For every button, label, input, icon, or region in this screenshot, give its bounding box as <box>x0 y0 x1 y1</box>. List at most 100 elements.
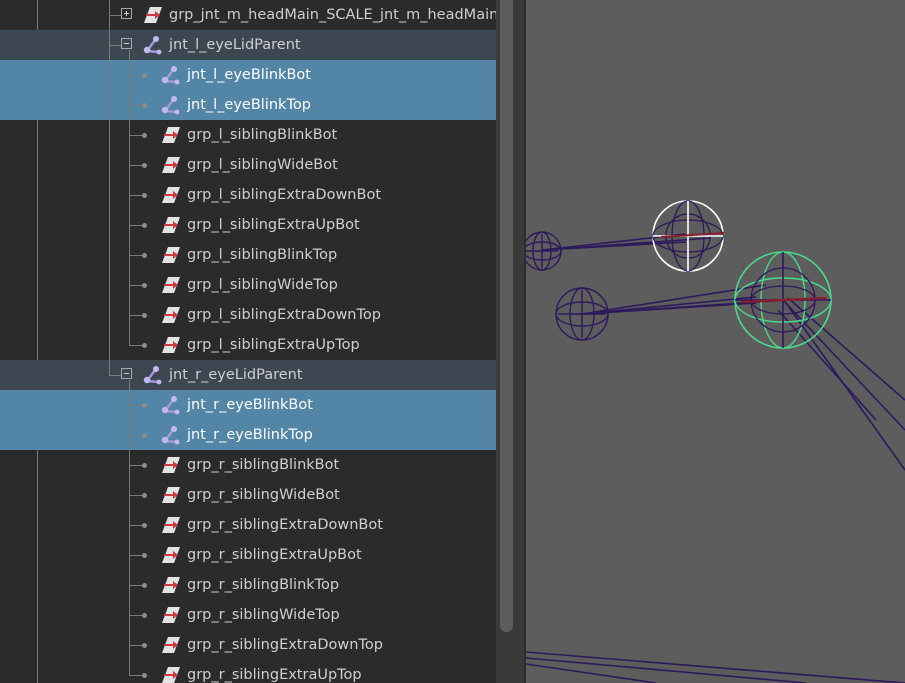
tree-connector <box>129 615 143 616</box>
tree-connector <box>129 405 143 406</box>
tree-leaf-dot <box>142 553 147 558</box>
tree-leaf-dot <box>142 493 147 498</box>
transform-group-icon <box>161 515 181 535</box>
tree-connector <box>129 195 143 196</box>
outliner-row-label: jnt_r_eyeBlinkBot <box>187 397 313 413</box>
viewport-3d[interactable] <box>526 0 905 683</box>
viewport-scene[interactable] <box>526 0 905 683</box>
tree-connector <box>129 645 143 646</box>
outliner-row-grp-r-siblingextraupbot[interactable]: grp_r_siblingExtraUpBot <box>0 540 496 570</box>
outliner-row-label: grp_l_siblingWideBot <box>187 157 338 173</box>
outliner-row-label: grp_r_siblingBlinkBot <box>187 457 340 473</box>
outliner-row-grp-l-siblingextradownbot[interactable]: grp_l_siblingExtraDownBot <box>0 180 496 210</box>
tree-connector <box>129 285 143 286</box>
outliner-row-jnt-r-eyelidparent[interactable]: jnt_r_eyeLidParent <box>0 360 496 390</box>
tree-leaf-dot <box>142 223 147 228</box>
tree-connector <box>109 45 121 46</box>
outliner-row-label: jnt_l_eyeBlinkTop <box>187 97 311 113</box>
joint-icon <box>143 365 163 385</box>
outliner-row-grp-r-siblingblinktop[interactable]: grp_r_siblingBlinkTop <box>0 570 496 600</box>
tree-connector <box>129 345 143 346</box>
collapse-minus-icon[interactable] <box>121 38 132 49</box>
outliner-row-jnt-r-eyeblinkbot[interactable]: jnt_r_eyeBlinkBot <box>0 390 496 420</box>
joint-icon <box>161 425 181 445</box>
outliner-row-grp-l-siblingblinktop[interactable]: grp_l_siblingBlinkTop <box>0 240 496 270</box>
outliner-row-label: grp_r_siblingExtraDownTop <box>187 637 383 653</box>
tree-leaf-dot <box>142 343 147 348</box>
tree-connector <box>129 165 143 166</box>
outliner-row-label: grp_jnt_m_headMain_SCALE_jnt_m_headMain <box>169 7 496 23</box>
joint-icon <box>161 395 181 415</box>
outliner-row-grp-r-siblingblinkbot[interactable]: grp_r_siblingBlinkBot <box>0 450 496 480</box>
outliner-row-label: grp_l_siblingExtraDownTop <box>187 307 381 323</box>
tree-leaf-dot <box>142 643 147 648</box>
collapse-minus-icon[interactable] <box>121 368 132 379</box>
outliner-row-grp-r-siblingextradownbot[interactable]: grp_r_siblingExtraDownBot <box>0 510 496 540</box>
tree-leaf-dot <box>142 73 147 78</box>
tree-connector <box>129 75 143 76</box>
outliner-row-grp-r-siblingextradowntop[interactable]: grp_r_siblingExtraDownTop <box>0 630 496 660</box>
tree-leaf-dot <box>142 673 147 678</box>
tree-leaf-dot <box>142 463 147 468</box>
outliner-scrollbar-thumb[interactable] <box>500 0 513 632</box>
tree-leaf-dot <box>142 313 147 318</box>
outliner-row-label: jnt_l_eyeBlinkBot <box>187 67 311 83</box>
tree-leaf-dot <box>142 253 147 258</box>
tree-leaf-dot <box>142 103 147 108</box>
joint-sphere <box>555 287 609 341</box>
outliner-row-label: grp_r_siblingWideBot <box>187 487 340 503</box>
outliner-row-grp-r-siblingwidetop[interactable]: grp_r_siblingWideTop <box>0 600 496 630</box>
outliner-row-grp-l-siblingwidebot[interactable]: grp_l_siblingWideBot <box>0 150 496 180</box>
outliner-row-label: grp_r_siblingWideTop <box>187 607 340 623</box>
outliner-row-grp-l-siblingextraupbot[interactable]: grp_l_siblingExtraUpBot <box>0 210 496 240</box>
tree-leaf-dot <box>142 613 147 618</box>
tree-connector <box>129 255 143 256</box>
tree-level2-line-right <box>129 380 130 675</box>
transform-group-icon <box>161 245 181 265</box>
outliner-row-jnt-l-eyeblinkbot[interactable]: jnt_l_eyeBlinkBot <box>0 60 496 90</box>
tree-leaf-dot <box>142 523 147 528</box>
tree-connector <box>129 225 143 226</box>
transform-group-icon <box>161 215 181 235</box>
tree-leaf-dot <box>142 163 147 168</box>
tree-leaf-dot <box>142 133 147 138</box>
tree-level2-line-left <box>129 50 130 345</box>
outliner-row-grp-r-siblingwidebot[interactable]: grp_r_siblingWideBot <box>0 480 496 510</box>
transform-group-icon <box>161 335 181 355</box>
outliner-row-jnt-l-eyeblinktop[interactable]: jnt_l_eyeBlinkTop <box>0 90 496 120</box>
joint-icon <box>161 65 181 85</box>
outliner-row-label: grp_l_siblingExtraUpBot <box>187 217 360 233</box>
outliner-row-label: grp_l_siblingExtraUpTop <box>187 337 360 353</box>
transform-group-icon <box>161 665 181 683</box>
outliner-row-grp-l-siblingextradowntop[interactable]: grp_l_siblingExtraDownTop <box>0 300 496 330</box>
joint-sphere <box>526 231 562 271</box>
tree-connector <box>129 495 143 496</box>
transform-group-icon <box>161 635 181 655</box>
outliner-row-jnt-r-eyeblinktop[interactable]: jnt_r_eyeBlinkTop <box>0 420 496 450</box>
transform-group-icon <box>161 455 181 475</box>
transform-group-icon <box>161 545 181 565</box>
tree-connector <box>129 435 143 436</box>
transform-group-icon <box>161 305 181 325</box>
tree-connector <box>129 135 143 136</box>
expand-plus-icon[interactable] <box>121 8 132 19</box>
tree-leaf-dot <box>142 583 147 588</box>
outliner-row-jnt-l-eyelidparent[interactable]: jnt_l_eyeLidParent <box>0 30 496 60</box>
transform-group-icon <box>161 575 181 595</box>
transform-group-icon <box>161 275 181 295</box>
joint-icon <box>143 35 163 55</box>
outliner-row-label: jnt_r_eyeBlinkTop <box>187 427 313 443</box>
tree-leaf-dot <box>142 433 147 438</box>
outliner-row-label: grp_l_siblingBlinkTop <box>187 247 338 263</box>
outliner-row-label: jnt_l_eyeLidParent <box>169 37 301 53</box>
tree-leaf-dot <box>142 193 147 198</box>
transform-group-icon <box>161 605 181 625</box>
outliner-row-label: jnt_r_eyeLidParent <box>169 367 303 383</box>
outliner-row-grp-l-siblingwidetop[interactable]: grp_l_siblingWideTop <box>0 270 496 300</box>
outliner-row-grp-jnt-m-headmain-scale-jnt-m-headmain[interactable]: grp_jnt_m_headMain_SCALE_jnt_m_headMain <box>0 0 496 30</box>
outliner-row-grp-l-siblingextrauptop[interactable]: grp_l_siblingExtraUpTop <box>0 330 496 360</box>
tree-connector <box>109 375 121 376</box>
tree-leaf-dot <box>142 283 147 288</box>
outliner-row-grp-l-siblingblinkbot[interactable]: grp_l_siblingBlinkBot <box>0 120 496 150</box>
outliner-row-grp-r-siblingextrauptop[interactable]: grp_r_siblingExtraUpTop <box>0 660 496 683</box>
